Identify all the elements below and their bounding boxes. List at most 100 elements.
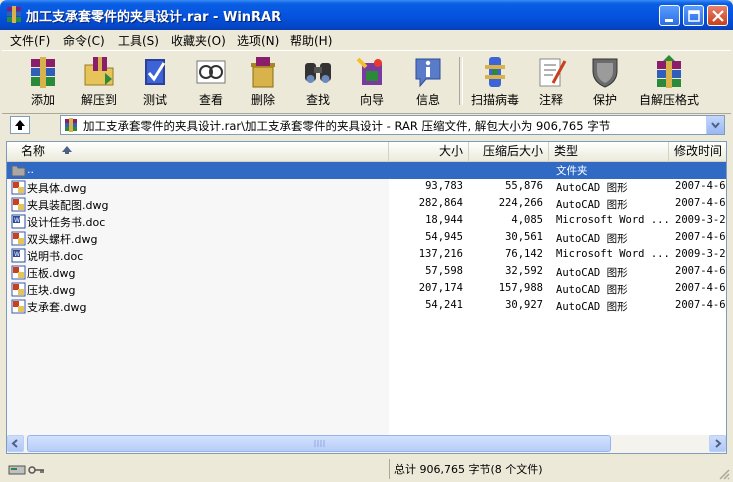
- file-modified: 2009-3-2: [675, 214, 726, 226]
- file-modified: 2007-4-6: [675, 180, 726, 192]
- file-row[interactable]: 压板.dwg 57,598 32,592 AutoCAD 图形 2007-4-6: [7, 264, 726, 281]
- file-type: Microsoft Word ...: [556, 248, 668, 260]
- sfx-button[interactable]: 自解压格式: [639, 53, 699, 111]
- column-header-type[interactable]: 类型: [549, 142, 669, 161]
- column-header-packed[interactable]: 压缩后大小: [469, 142, 549, 161]
- horizontal-scrollbar[interactable]: [7, 435, 726, 453]
- file-row[interactable]: W 设计任务书.doc 18,944 4,085 Microsoft Word …: [7, 213, 726, 230]
- status-summary: 总计 906,765 字节(8 个文件): [394, 463, 543, 476]
- file-row[interactable]: 夹具体.dwg 93,783 55,876 AutoCAD 图形 2007-4-…: [7, 179, 726, 196]
- file-type: AutoCAD 图形: [556, 182, 628, 194]
- maximize-icon: [688, 10, 700, 22]
- address-bar: 加工支承套零件的夹具设计.rar\加工支承套零件的夹具设计 - RAR 压缩文件…: [2, 113, 731, 137]
- file-type: AutoCAD 图形: [556, 233, 628, 245]
- file-size: 137,216: [418, 248, 463, 260]
- file-row[interactable]: 双头螺杆.dwg 54,945 30,561 AutoCAD 图形 2007-4…: [7, 230, 726, 247]
- dwg-file-icon: [11, 231, 26, 246]
- file-modified: 2007-4-6: [675, 282, 726, 294]
- info-button[interactable]: 信息: [400, 53, 456, 111]
- file-row[interactable]: W 说明书.doc 137,216 76,142 Microsoft Word …: [7, 247, 726, 264]
- sort-ascending-icon: [61, 146, 72, 154]
- title-bar[interactable]: 加工支承套零件的夹具设计.rar - WinRAR: [0, 0, 733, 30]
- column-header-size[interactable]: 大小: [389, 142, 469, 161]
- file-row[interactable]: 夹具装配图.dwg 282,864 224,266 AutoCAD 图形 200…: [7, 196, 726, 213]
- info-label: 信息: [415, 93, 440, 107]
- menu-options[interactable]: 选项(N): [237, 32, 279, 49]
- close-button[interactable]: [707, 5, 728, 26]
- test-button[interactable]: 测试: [127, 53, 183, 111]
- up-folder-button[interactable]: [10, 116, 30, 134]
- file-type: AutoCAD 图形: [556, 267, 628, 279]
- resize-grip-icon[interactable]: [718, 468, 730, 480]
- protect-button[interactable]: 保护: [577, 53, 633, 111]
- sfx-label: 自解压格式: [638, 93, 699, 107]
- folder-icon: [11, 165, 26, 177]
- scroll-thumb[interactable]: [27, 435, 611, 452]
- dwg-file-icon: [11, 180, 26, 195]
- word-doc-icon: W: [11, 248, 26, 263]
- menu-commands[interactable]: 命令(C): [63, 32, 105, 49]
- winrar-window: 加工支承套零件的夹具设计.rar - WinRAR 文件(F) 命令(C) 工具…: [0, 0, 733, 482]
- file-size: 93,783: [425, 180, 463, 192]
- file-packed-size: 224,266: [498, 197, 543, 209]
- winrar-app-icon[interactable]: [6, 6, 22, 23]
- maximize-button[interactable]: [683, 5, 704, 26]
- file-packed-size: 55,876: [505, 180, 543, 192]
- file-name: 压板.dwg: [27, 267, 76, 280]
- menu-help[interactable]: 帮助(H): [290, 32, 332, 49]
- scroll-right-button[interactable]: [709, 435, 726, 452]
- file-packed-size: 76,142: [505, 248, 543, 260]
- add-button[interactable]: 添加: [15, 53, 71, 111]
- file-modified: 2007-4-6: [675, 231, 726, 243]
- file-modified: 2007-4-6: [675, 299, 726, 311]
- file-row-parent[interactable]: .. 文件夹: [7, 162, 726, 179]
- menu-tools[interactable]: 工具(S): [118, 32, 159, 49]
- drive-key-icon[interactable]: [8, 463, 48, 477]
- minimize-button[interactable]: [659, 5, 680, 26]
- chevron-down-icon: [711, 122, 720, 129]
- close-icon: [712, 10, 724, 22]
- column-header-modified[interactable]: 修改时间: [669, 142, 726, 161]
- file-type: AutoCAD 图形: [556, 301, 628, 313]
- file-row[interactable]: 压块.dwg 207,174 157,988 AutoCAD 图形 2007-4…: [7, 281, 726, 298]
- menu-favorites[interactable]: 收藏夹(O): [171, 32, 226, 49]
- column-name-label: 名称: [21, 144, 46, 158]
- svg-text:W: W: [14, 217, 20, 224]
- file-name: 夹具装配图.dwg: [27, 199, 109, 212]
- delete-icon: [251, 57, 275, 88]
- archive-icon: [65, 118, 77, 132]
- chevron-right-icon: [715, 439, 722, 448]
- comment-icon: [539, 58, 567, 87]
- extract-to-button[interactable]: 解压到: [71, 53, 127, 111]
- list-header: 名称 大小 压缩后大小 类型 修改时间: [7, 142, 726, 162]
- file-packed-size: 157,988: [498, 282, 543, 294]
- virus-scan-button[interactable]: 扫描病毒: [467, 53, 523, 111]
- toolbar: 添加 解压到 测试 查看 删除 查找 向导 信息 扫描病毒 注释 保护 自解压格…: [2, 50, 731, 114]
- file-size: 57,598: [425, 265, 463, 277]
- test-icon: [145, 59, 166, 85]
- file-packed-size: 30,561: [505, 231, 543, 243]
- file-modified: 2009-3-2: [675, 248, 726, 260]
- file-size: 54,945: [425, 231, 463, 243]
- address-path: 加工支承套零件的夹具设计.rar\加工支承套零件的夹具设计 - RAR 压缩文件…: [83, 119, 611, 133]
- status-left-panel: [6, 459, 384, 479]
- column-header-name[interactable]: 名称: [7, 142, 389, 161]
- sfx-icon: [657, 55, 681, 88]
- minimize-icon: [665, 19, 673, 22]
- file-type: AutoCAD 图形: [556, 284, 628, 296]
- address-combobox[interactable]: 加工支承套零件的夹具设计.rar\加工支承套零件的夹具设计 - RAR 压缩文件…: [60, 115, 725, 135]
- scroll-left-button[interactable]: [7, 435, 24, 452]
- delete-button[interactable]: 删除: [235, 53, 291, 111]
- dwg-file-icon: [11, 282, 26, 297]
- file-name: 夹具体.dwg: [27, 182, 87, 195]
- wizard-button[interactable]: 向导: [344, 53, 400, 111]
- window-title: 加工支承套零件的夹具设计.rar - WinRAR: [26, 10, 282, 25]
- find-icon: [305, 63, 331, 83]
- virus-scan-icon: [485, 57, 505, 87]
- file-modified: 2007-4-6: [675, 197, 726, 209]
- menu-file[interactable]: 文件(F): [10, 32, 50, 49]
- file-packed-size: 32,592: [505, 265, 543, 277]
- file-name: 说明书.doc: [27, 250, 84, 263]
- file-row[interactable]: 支承套.dwg 54,241 30,927 AutoCAD 图形 2007-4-…: [7, 298, 726, 315]
- address-dropdown-button[interactable]: [706, 116, 724, 134]
